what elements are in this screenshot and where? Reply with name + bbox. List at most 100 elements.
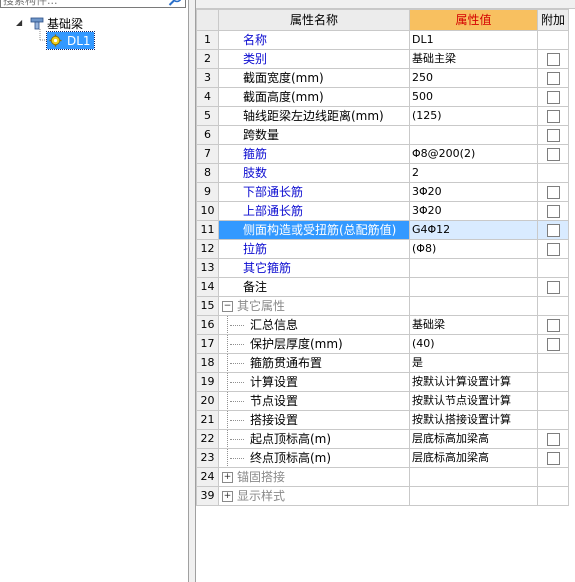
table-row[interactable]: 17 保护层厚度(mm) (40) (196, 334, 569, 354)
property-name-cell[interactable]: 轴线距梁左边线距离(mm) (218, 106, 410, 126)
table-row[interactable]: 12 拉筋 (Φ8) (196, 239, 569, 259)
extra-checkbox[interactable] (546, 452, 560, 465)
expand-icon[interactable]: + (222, 472, 233, 483)
property-name-cell[interactable]: 节点设置 (218, 391, 410, 411)
extra-checkbox[interactable] (546, 186, 560, 199)
property-name-cell[interactable]: 下部通长筋 (218, 182, 410, 202)
expand-icon[interactable]: + (222, 491, 233, 502)
property-value[interactable]: (125) (409, 106, 538, 126)
property-name-cell[interactable]: 跨数量 (218, 125, 410, 145)
property-name-cell[interactable]: 计算设置 (218, 372, 410, 392)
table-row[interactable]: 6 跨数量 (196, 125, 569, 145)
table-row[interactable]: 22 起点顶标高(m) 层底标高加梁高 (196, 429, 569, 449)
table-row[interactable]: 4 截面高度(mm) 500 (196, 87, 569, 107)
property-value[interactable] (409, 486, 538, 506)
property-value[interactable] (409, 258, 538, 278)
property-value[interactable]: 基础梁 (409, 315, 538, 335)
table-row[interactable]: 10 上部通长筋 3Φ20 (196, 201, 569, 221)
property-value[interactable]: DL1 (409, 30, 538, 50)
table-row[interactable]: 23 终点顶标高(m) 层底标高加梁高 (196, 448, 569, 468)
property-value[interactable]: 按默认搭接设置计算 (409, 410, 538, 430)
property-name-cell[interactable]: 截面高度(mm) (218, 87, 410, 107)
property-name-cell[interactable]: 类别 (218, 49, 410, 69)
tree-item-foundation-beam[interactable]: ◢ 基础梁 (16, 15, 83, 31)
property-name-cell[interactable]: 上部通长筋 (218, 201, 410, 221)
property-name-cell[interactable]: 名称 (218, 30, 410, 50)
property-name-cell[interactable]: 箍筋贯通布置 (218, 353, 410, 373)
table-row[interactable]: 19 计算设置 按默认计算设置计算 (196, 372, 569, 392)
extra-checkbox[interactable] (546, 129, 560, 142)
property-value[interactable]: 是 (409, 353, 538, 373)
tree-item-dl1[interactable]: DL1 (46, 31, 95, 50)
property-name-cell[interactable]: − 其它属性 (218, 296, 410, 316)
header-property-name[interactable]: 属性名称 (218, 9, 410, 31)
property-name-cell[interactable]: 侧面构造或受扭筋(总配筋值) (218, 220, 410, 240)
table-row[interactable]: 14 备注 (196, 277, 569, 297)
extra-checkbox[interactable] (546, 205, 560, 218)
table-row[interactable]: 9 下部通长筋 3Φ20 (196, 182, 569, 202)
property-value[interactable]: 500 (409, 87, 538, 107)
property-value[interactable]: 250 (409, 68, 538, 88)
property-value[interactable]: 按默认节点设置计算 (409, 391, 538, 411)
property-name-cell[interactable]: 备注 (218, 277, 410, 297)
table-row[interactable]: 39 + 显示样式 (196, 486, 569, 506)
table-row[interactable]: 3 截面宽度(mm) 250 (196, 68, 569, 88)
property-name-cell[interactable]: 终点顶标高(m) (218, 448, 410, 468)
property-value[interactable]: 层底标高加梁高 (409, 429, 538, 449)
search-icon[interactable] (168, 0, 183, 7)
property-name-cell[interactable]: 搭接设置 (218, 410, 410, 430)
property-name-cell[interactable]: 拉筋 (218, 239, 410, 259)
header-extra[interactable]: 附加 (537, 9, 569, 31)
table-row[interactable]: 13 其它箍筋 (196, 258, 569, 278)
property-value[interactable]: 按默认计算设置计算 (409, 372, 538, 392)
property-value[interactable]: Φ8@200(2) (409, 144, 538, 164)
extra-checkbox[interactable] (546, 281, 560, 294)
property-name-cell[interactable]: 起点顶标高(m) (218, 429, 410, 449)
property-value[interactable]: G4Φ12 (409, 220, 538, 240)
header-property-value[interactable]: 属性值 (409, 9, 538, 31)
extra-checkbox[interactable] (546, 433, 560, 446)
extra-checkbox[interactable] (546, 53, 560, 66)
extra-checkbox[interactable] (546, 243, 560, 256)
property-value[interactable]: (Φ8) (409, 239, 538, 259)
property-value[interactable] (409, 125, 538, 145)
property-value[interactable]: 2 (409, 163, 538, 183)
collapse-icon[interactable]: − (222, 301, 233, 312)
extra-checkbox[interactable] (546, 338, 560, 351)
property-value[interactable] (409, 467, 538, 487)
property-name-cell[interactable]: + 锚固搭接 (218, 467, 410, 487)
table-row[interactable]: 21 搭接设置 按默认搭接设置计算 (196, 410, 569, 430)
extra-checkbox[interactable] (546, 110, 560, 123)
table-row[interactable]: 7 箍筋 Φ8@200(2) (196, 144, 569, 164)
property-name-cell[interactable]: 肢数 (218, 163, 410, 183)
table-row[interactable]: 18 箍筋贯通布置 是 (196, 353, 569, 373)
table-row[interactable]: 5 轴线距梁左边线距离(mm) (125) (196, 106, 569, 126)
property-name-cell[interactable]: 汇总信息 (218, 315, 410, 335)
extra-checkbox[interactable] (546, 91, 560, 104)
property-name-cell[interactable]: 截面宽度(mm) (218, 68, 410, 88)
table-row[interactable]: 20 节点设置 按默认节点设置计算 (196, 391, 569, 411)
property-value[interactable]: 3Φ20 (409, 201, 538, 221)
table-row[interactable]: 8 肢数 2 (196, 163, 569, 183)
table-row[interactable]: 2 类别 基础主梁 (196, 49, 569, 69)
table-row[interactable]: 16 汇总信息 基础梁 (196, 315, 569, 335)
table-row[interactable]: 1 名称 DL1 (196, 30, 569, 50)
extra-checkbox[interactable] (546, 224, 560, 237)
extra-checkbox[interactable] (546, 72, 560, 85)
property-name-cell[interactable]: + 显示样式 (218, 486, 410, 506)
table-row[interactable]: 15− 其它属性 (196, 296, 569, 316)
property-value[interactable]: 3Φ20 (409, 182, 538, 202)
property-name-cell[interactable]: 保护层厚度(mm) (218, 334, 410, 354)
property-value[interactable] (409, 277, 538, 297)
property-value[interactable]: 层底标高加梁高 (409, 448, 538, 468)
extra-checkbox[interactable] (546, 148, 560, 161)
property-value[interactable]: (40) (409, 334, 538, 354)
table-row[interactable]: 24 + 锚固搭接 (196, 467, 569, 487)
extra-checkbox[interactable] (546, 319, 560, 332)
property-name-cell[interactable]: 其它箍筋 (218, 258, 410, 278)
table-row[interactable]: 11 侧面构造或受扭筋(总配筋值) G4Φ12 (196, 220, 569, 240)
property-name-cell[interactable]: 箍筋 (218, 144, 410, 164)
tree-collapse-icon[interactable]: ◢ (16, 18, 26, 28)
property-value[interactable] (409, 296, 538, 316)
property-value[interactable]: 基础主梁 (409, 49, 538, 69)
